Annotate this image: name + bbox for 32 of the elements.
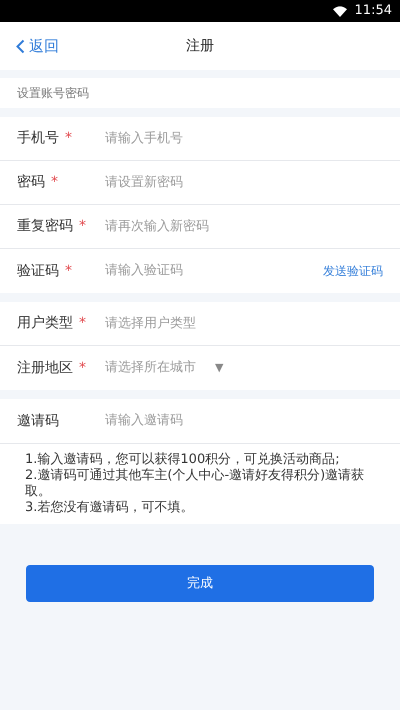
select-field[interactable]: 请选择用户类型 <box>105 314 265 334</box>
section-label: 设置账号密码 <box>0 78 400 108</box>
status-time: 11:54 <box>354 2 392 20</box>
input-field[interactable]: 请设置新密码 <box>105 172 265 192</box>
field-label: 用户类型 <box>17 314 73 333</box>
field-label: 密码 <box>17 173 45 192</box>
wifi-icon <box>332 6 347 16</box>
dropdown-arrow-icon[interactable]: ▼ <box>215 360 224 376</box>
field-label: 重复密码 <box>17 217 73 236</box>
note-text: 1.输入邀请码，您可以获得100积分，可兑换活动商品; <box>25 452 341 468</box>
field-label: 手机号 <box>17 129 59 148</box>
back-button[interactable]: 返回 <box>16 34 59 58</box>
required-mark: * <box>51 173 58 192</box>
required-mark: * <box>65 262 72 280</box>
required-mark: * <box>65 129 72 148</box>
required-mark: * <box>79 358 86 378</box>
note-text: 3.若您没有邀请码，可不填。 <box>25 500 194 516</box>
input-field[interactable]: 请输入邀请码 <box>105 411 265 431</box>
note-text: 2.邀请码可通过其他车主(个人中心-邀请好友得积分)邀请获取。 <box>25 468 366 500</box>
input-field[interactable]: 请输入验证码 <box>105 261 265 281</box>
required-mark: * <box>79 314 86 333</box>
input-field[interactable]: 请再次输入新密码 <box>105 216 265 236</box>
send-code-link[interactable]: 发送验证码 <box>323 262 383 280</box>
page-title: 注册 <box>186 38 214 54</box>
submit-button[interactable]: 完成 <box>26 565 374 602</box>
field-label: 验证码 <box>17 262 59 280</box>
required-mark: * <box>79 217 86 236</box>
select-field[interactable]: 请选择所在城市 <box>105 358 215 378</box>
chevron-left-icon <box>16 38 25 54</box>
field-label: 邀请码 <box>17 412 59 430</box>
input-field[interactable]: 请输入手机号 <box>105 128 265 148</box>
field-label: 注册地区 <box>17 358 73 378</box>
